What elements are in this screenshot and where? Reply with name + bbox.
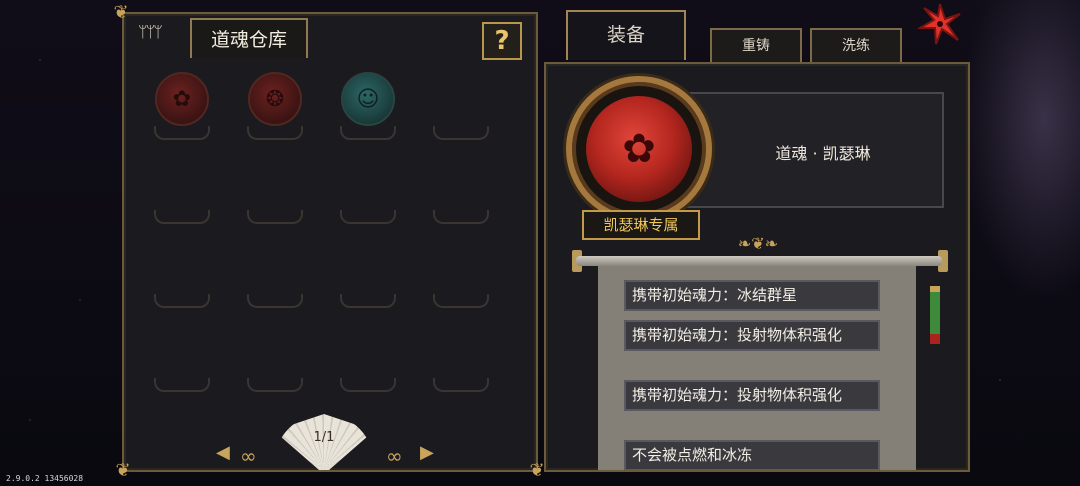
slot-pedestal bbox=[247, 210, 303, 224]
slot-pedestal bbox=[154, 294, 210, 308]
close-icon[interactable] bbox=[918, 2, 962, 46]
slot-pedestal bbox=[154, 126, 210, 140]
slot-pedestal bbox=[340, 294, 396, 308]
storage-title: 道魂仓库 bbox=[210, 29, 287, 51]
tab-equip[interactable]: 装备 bbox=[566, 10, 686, 60]
help-button[interactable]: ? bbox=[482, 22, 522, 60]
storage-title-tab: 道魂仓库 bbox=[190, 18, 308, 58]
background-artwork bbox=[960, 0, 1080, 300]
slot-pedestal bbox=[433, 294, 489, 308]
slot-pedestal bbox=[433, 126, 489, 140]
soul-detail-panel: 道魂 · 凯瑟琳 ✿ 凯瑟琳专属 ❧❦❧ 携带初始魂力：冰结群星 携带初始魂力：… bbox=[544, 62, 970, 472]
scroll-ornament-icon: ❧❦❧ bbox=[737, 234, 779, 253]
flower-soul-icon: ✿ bbox=[586, 96, 692, 202]
soul-slot[interactable]: ✿ bbox=[150, 72, 214, 144]
corner-ornament-icon: ❦ bbox=[113, 2, 129, 23]
slot-pedestal bbox=[340, 210, 396, 224]
tab-refine[interactable]: 洗练 bbox=[810, 28, 902, 64]
slot-pedestal bbox=[433, 378, 489, 392]
slot-pedestal bbox=[340, 126, 396, 140]
equipped-soul-frame[interactable]: ✿ bbox=[566, 76, 712, 222]
empty-soul-slot[interactable] bbox=[336, 324, 400, 396]
empty-soul-slot[interactable] bbox=[150, 324, 214, 396]
flower-soul-icon: ✿ bbox=[155, 72, 209, 126]
version-label: 2.9.0.2 13456028 bbox=[6, 474, 84, 483]
slot-pedestal bbox=[247, 378, 303, 392]
next-page-button[interactable]: ▶ bbox=[420, 442, 434, 463]
slot-pedestal bbox=[247, 294, 303, 308]
soul-slot[interactable]: ❂ bbox=[243, 72, 307, 144]
empty-soul-slot[interactable] bbox=[243, 156, 307, 228]
effect-item: 携带初始魂力：冰结群星 bbox=[624, 280, 880, 311]
page-indicator: 1/1 bbox=[313, 430, 335, 445]
candles-icon: ᛘᛘᛘ bbox=[138, 22, 163, 41]
prev-page-button[interactable]: ◀ bbox=[216, 442, 230, 463]
tab-reforge[interactable]: 重铸 bbox=[710, 28, 802, 64]
scroll-rod bbox=[576, 256, 942, 266]
empty-soul-slot[interactable] bbox=[429, 72, 493, 144]
effect-item: 不会被点燃和冰冻 bbox=[624, 440, 880, 470]
corner-ornament-icon: ❦ bbox=[115, 460, 131, 481]
left-swirl-ornament-icon: ∞ bbox=[240, 444, 257, 468]
empty-soul-slot[interactable] bbox=[336, 156, 400, 228]
slot-pedestal bbox=[340, 378, 396, 392]
empty-soul-slot[interactable] bbox=[150, 156, 214, 228]
empty-soul-slot[interactable] bbox=[336, 240, 400, 312]
exclusive-badge: 凯瑟琳专属 bbox=[582, 210, 700, 240]
empty-soul-slot[interactable] bbox=[429, 156, 493, 228]
effect-item: 携带初始魂力：投射物体积强化 bbox=[624, 380, 880, 411]
slot-pedestal bbox=[154, 378, 210, 392]
empty-soul-slot[interactable] bbox=[243, 240, 307, 312]
slot-pedestal bbox=[154, 210, 210, 224]
beast-soul-icon: ❂ bbox=[248, 72, 302, 126]
effect-item: 携带初始魂力：投射物体积强化 bbox=[624, 320, 880, 351]
slot-pedestal bbox=[433, 210, 489, 224]
soul-storage-panel: ❦ ❦ ❦ ᛘᛘᛘ 道魂仓库 ? ✿ ❂ ☺ ∞ ∞ ◀ ▶ 1/1 bbox=[113, 2, 544, 481]
empty-soul-slot[interactable] bbox=[429, 324, 493, 396]
effects-scroll[interactable]: 携带初始魂力：冰结群星 携带初始魂力：投射物体积强化 携带初始魂力：投射物体积强… bbox=[598, 266, 916, 470]
right-swirl-ornament-icon: ∞ bbox=[386, 444, 403, 468]
tassel-icon bbox=[930, 286, 940, 344]
empty-soul-slot[interactable] bbox=[243, 324, 307, 396]
empty-soul-slot[interactable] bbox=[429, 240, 493, 312]
empty-soul-slot[interactable] bbox=[150, 240, 214, 312]
slot-pedestal bbox=[247, 126, 303, 140]
girl-portrait-soul-icon: ☺ bbox=[341, 72, 395, 126]
soul-slot[interactable]: ☺ bbox=[336, 72, 400, 144]
